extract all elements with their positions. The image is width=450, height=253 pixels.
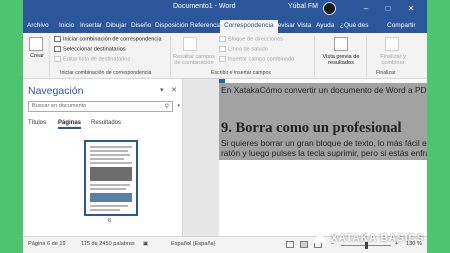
finish-merge-icon (385, 37, 399, 51)
edit-recipient-list-label: Editar lista de destinatarios (63, 56, 131, 63)
list-icon (54, 56, 61, 62)
close-pane-icon[interactable]: ✕ (171, 86, 177, 94)
document-icon (54, 36, 61, 42)
preview-results-icon (334, 37, 348, 51)
select-recipients-button[interactable]: Seleccionar destinatarios (54, 46, 126, 52)
minimize-button[interactable]: – (359, 2, 373, 15)
ribbon-divider (366, 36, 367, 76)
user-name[interactable]: Yúbal FM (288, 3, 318, 10)
language[interactable]: Español (España) (171, 241, 215, 247)
pane-options-icon[interactable]: ▾ (160, 86, 164, 94)
address-icon (219, 36, 226, 42)
nav-tab-titulos[interactable]: Títulos (28, 120, 46, 126)
greeting-icon (219, 46, 226, 52)
create-button[interactable]: Crear (30, 53, 44, 59)
tab-archivo[interactable]: Archivo (27, 20, 49, 33)
address-block-label: Bloque de direcciones (228, 36, 284, 43)
watermark: XATAKA BASICS (313, 232, 450, 248)
ribbon-tab-bar: Archivo Inicio Insertar Dibujar Diseño D… (23, 18, 427, 33)
ribbon: Crear Iniciar combinación de corresponde… (23, 33, 427, 79)
tab-ayuda[interactable]: Ayuda (316, 20, 334, 33)
search-placeholder: Buscar en documento (32, 103, 87, 109)
maximize-button[interactable]: □ (381, 2, 395, 15)
document-paragraph-line[interactable]: Si quieres borrar un gran bloque de text… (221, 138, 427, 148)
document-line-link[interactable]: En XatakaCómo convertir un documento de … (221, 85, 427, 95)
proofing-icon[interactable]: ▣ (143, 241, 148, 247)
field-icon (219, 56, 226, 62)
tab-dibujar[interactable]: Dibujar (106, 20, 127, 33)
word-window: Documento1 - Word Yúbal FM – □ ✕ Archivo… (23, 0, 427, 253)
finish-merge-button[interactable]: Finalizar y combinar (371, 54, 415, 66)
page-thumbnail[interactable] (84, 140, 138, 216)
tell-me-search[interactable]: ¿Qué des (340, 20, 369, 33)
close-button[interactable]: ✕ (404, 2, 418, 15)
watermark-logo-icon (313, 232, 327, 243)
print-layout-icon[interactable] (300, 241, 308, 248)
tab-diseno[interactable]: Diseño (131, 20, 151, 33)
tab-insertar[interactable]: Insertar (80, 20, 102, 33)
insert-merge-field-label: Insertar campo combinado (228, 56, 295, 63)
read-mode-icon[interactable] (286, 241, 294, 248)
ribbon-divider (49, 36, 50, 76)
navigation-pane-title: Navegación (28, 85, 84, 97)
window-title: Documento1 - Word (173, 3, 236, 10)
share-button[interactable]: Compartir (387, 20, 416, 33)
navigation-pane: Navegación ▾ ✕ Buscar en documento ⚲ ▾ T… (23, 79, 183, 236)
tab-revisar[interactable]: Revisar (273, 20, 295, 33)
nav-tab-resultados[interactable]: Resultados (91, 120, 121, 126)
preview-results-button[interactable]: Vista previa de resultados (320, 54, 362, 66)
title-bar: Documento1 - Word Yúbal FM – □ ✕ (23, 0, 427, 18)
insert-merge-field-button[interactable]: Insertar campo combinado (219, 56, 294, 62)
highlight-fields-icon (183, 37, 197, 51)
recipients-icon (54, 46, 61, 52)
group-label-write-insert: Escribir e insertar campos (211, 70, 271, 76)
edit-recipient-list-button[interactable]: Editar lista de destinatarios (54, 56, 130, 62)
word-count[interactable]: 115 de 2450 palabras (81, 241, 135, 247)
greeting-line-button[interactable]: Línea de saludo (219, 46, 268, 52)
address-block-button[interactable]: Bloque de direcciones (219, 36, 283, 42)
ribbon-divider (170, 36, 171, 76)
select-recipients-label: Seleccionar destinatarios (63, 46, 126, 53)
greeting-line-label: Línea de saludo (228, 46, 268, 53)
search-icon[interactable]: ⚲ (165, 103, 169, 110)
group-label-start-merge: Iniciar combinación de correspondencia (60, 70, 152, 76)
tab-disposicion[interactable]: Disposición (155, 20, 188, 33)
search-options-icon[interactable]: ▾ (177, 103, 180, 109)
envelope-icon (29, 37, 43, 51)
tab-vista[interactable]: Vista (297, 20, 311, 33)
thumbnail-preview (90, 146, 132, 211)
document-paragraph-line[interactable]: ratón y luego pulses la tecla suprimir, … (221, 148, 427, 158)
tab-inicio[interactable]: Inicio (59, 20, 74, 33)
start-mail-merge-button[interactable]: Iniciar combinación de correspondencia (54, 36, 162, 42)
document-canvas[interactable]: En XatakaCómo convertir un documento de … (183, 79, 427, 236)
page-count[interactable]: Página 6 de 19 (28, 241, 66, 247)
avatar[interactable] (323, 2, 336, 15)
ribbon-divider (314, 36, 315, 76)
watermark-text: XATAKA BASICS (331, 233, 425, 244)
document-heading[interactable]: 9. Borra como un profesional (221, 120, 402, 137)
tab-correspondencia[interactable]: Correspondencia (220, 20, 278, 33)
highlight-fields-button[interactable]: Resaltar campos de combinación (173, 54, 215, 66)
start-mail-merge-label: Iniciar combinación de correspondencia (63, 36, 162, 43)
search-input[interactable]: Buscar en documento ⚲ ▾ (28, 101, 180, 112)
nav-tab-paginas[interactable]: Páginas (58, 120, 82, 129)
group-label-finish: Finalizar (376, 70, 396, 76)
page-thumbnail-number: 6 (108, 218, 112, 224)
